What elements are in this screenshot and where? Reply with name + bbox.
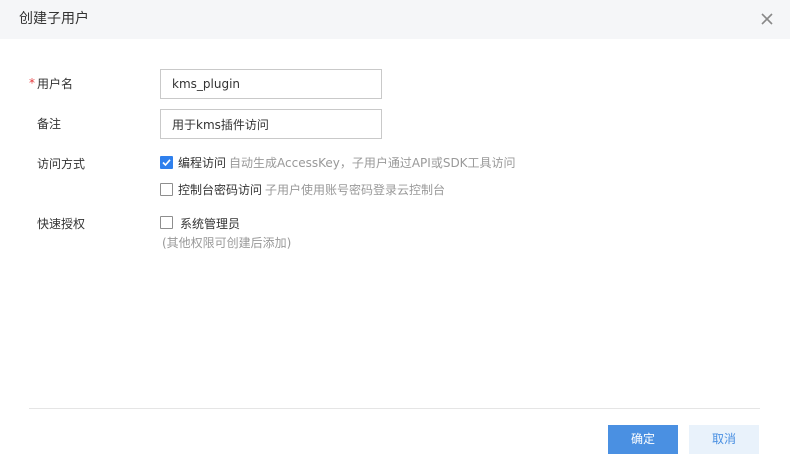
console-password-access-description: 子用户使用账号密码登录云控制台: [265, 183, 446, 197]
programmatic-access-checkbox[interactable]: [160, 156, 173, 169]
username-input[interactable]: [160, 69, 382, 99]
create-subuser-dialog: 创建子用户 * 用户名 备注 访问方式 编程访问 自动生成AccessKey，子…: [0, 0, 790, 465]
close-icon[interactable]: [758, 10, 776, 28]
dialog-title: 创建子用户: [19, 11, 89, 27]
system-admin-label[interactable]: 系统管理员: [180, 216, 240, 232]
remark-label: 备注: [37, 117, 62, 131]
console-password-access-checkbox[interactable]: [160, 183, 173, 196]
access-method-label: 访问方式: [37, 157, 86, 171]
username-label: 用户名: [37, 77, 74, 91]
system-admin-checkbox[interactable]: [160, 216, 173, 229]
remark-input[interactable]: [160, 109, 382, 139]
confirm-button[interactable]: 确定: [608, 425, 678, 454]
programmatic-access-label[interactable]: 编程访问: [178, 155, 226, 171]
required-mark: *: [29, 76, 35, 90]
dialog-header: 创建子用户: [0, 0, 790, 39]
cancel-button[interactable]: 取消: [689, 425, 759, 454]
footer-divider: [29, 408, 760, 409]
quick-auth-hint: (其他权限可创建后添加): [162, 236, 292, 250]
programmatic-access-description: 自动生成AccessKey，子用户通过API或SDK工具访问: [229, 156, 516, 170]
checkmark-icon: [162, 159, 171, 167]
console-password-access-label[interactable]: 控制台密码访问: [178, 182, 262, 198]
quick-auth-label: 快速授权: [37, 217, 86, 231]
